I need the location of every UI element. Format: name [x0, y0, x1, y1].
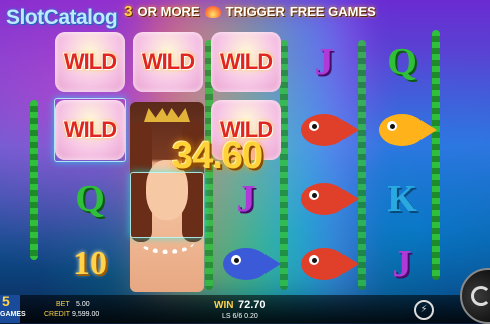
banner-count: 3 [124, 3, 133, 20]
trigger-banner: 3 OR MORE TRIGGER FREE GAMES [110, 3, 390, 20]
turbo-icon[interactable]: ⚡ [414, 300, 434, 320]
letter-q-symbol: Q [75, 178, 105, 220]
crown-icon [144, 108, 190, 122]
wild-symbol: WILD [210, 30, 282, 94]
wild-symbol: WILD [132, 30, 204, 94]
letter-j-symbol: J [392, 243, 412, 285]
red-fish-symbol [288, 232, 360, 296]
seaweed [30, 100, 38, 260]
line-stake-info: LS 6/6 0.20 [222, 313, 258, 320]
wild-symbol: WILD [54, 30, 126, 94]
free-games-counter: 5 GAMES [0, 293, 26, 323]
bet-value: 5.00 [76, 301, 90, 308]
banner-text-2: TRIGGER [225, 4, 285, 19]
reel-5: Q K J [364, 22, 440, 292]
letter-j-symbol: J [314, 41, 334, 83]
bet-label: BET [56, 301, 70, 308]
blue-fish-symbol [210, 232, 282, 296]
free-games-count: 5 [2, 293, 10, 309]
credit-value: 9,599.00 [72, 311, 100, 318]
number-10-symbol: 10 [73, 245, 107, 282]
letter-q-symbol: Q [387, 41, 417, 83]
lotus-icon [204, 5, 221, 18]
win-value: 72.70 [238, 299, 266, 311]
mermaid-symbol [130, 102, 204, 292]
reel-4: J [286, 22, 362, 292]
banner-text-3: FREE GAMES [289, 4, 376, 19]
free-games-label: GAMES [0, 311, 26, 318]
reel-1: WILD WILD Q 10 [52, 22, 128, 292]
wild-symbol: WILD [54, 98, 126, 162]
red-fish-symbol [288, 167, 360, 231]
red-fish-symbol [288, 98, 360, 162]
win-label: WIN [214, 300, 234, 311]
credit-label: CREDIT [44, 311, 71, 318]
letter-k-symbol: K [387, 178, 417, 220]
banner-text-1: OR MORE [137, 4, 200, 19]
win-amount-overlay: 34.60 [172, 135, 263, 177]
yellow-fish-symbol [366, 98, 438, 162]
